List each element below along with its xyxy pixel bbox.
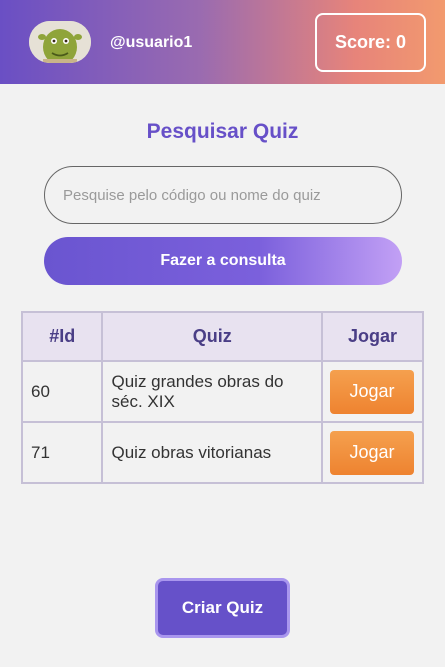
ogre-avatar-icon xyxy=(29,21,91,63)
table-header-row: #Id Quiz Jogar xyxy=(20,311,425,362)
play-button[interactable]: Jogar xyxy=(329,430,414,475)
cell-quiz-name: Quiz grandes obras do séc. XIX xyxy=(101,360,323,423)
header-bar: @usuario1 Score: 0 xyxy=(0,0,445,84)
cell-play: Jogar xyxy=(320,360,425,423)
cell-id: 60 xyxy=(20,360,104,423)
search-button[interactable]: Fazer a consulta xyxy=(44,237,402,285)
quiz-table: #Id Quiz Jogar 60 Quiz grandes obras do … xyxy=(20,311,425,484)
score-badge: Score: 0 xyxy=(315,13,426,72)
cell-id: 71 xyxy=(20,421,104,484)
header-quiz: Quiz xyxy=(101,311,323,362)
cell-quiz-name: Quiz obras vitorianas xyxy=(101,421,323,484)
search-input[interactable] xyxy=(44,166,402,224)
avatar[interactable] xyxy=(29,21,91,63)
create-quiz-button[interactable]: Criar Quiz xyxy=(155,578,290,638)
username: @usuario1 xyxy=(110,34,193,51)
cell-play: Jogar xyxy=(320,421,425,484)
play-button[interactable]: Jogar xyxy=(329,369,414,414)
header-play: Jogar xyxy=(320,311,425,362)
header-id: #Id xyxy=(20,311,104,362)
table-row: 60 Quiz grandes obras do séc. XIX Jogar xyxy=(20,360,425,423)
table-row: 71 Quiz obras vitorianas Jogar xyxy=(20,421,425,484)
page-title: Pesquisar Quiz xyxy=(146,120,299,143)
